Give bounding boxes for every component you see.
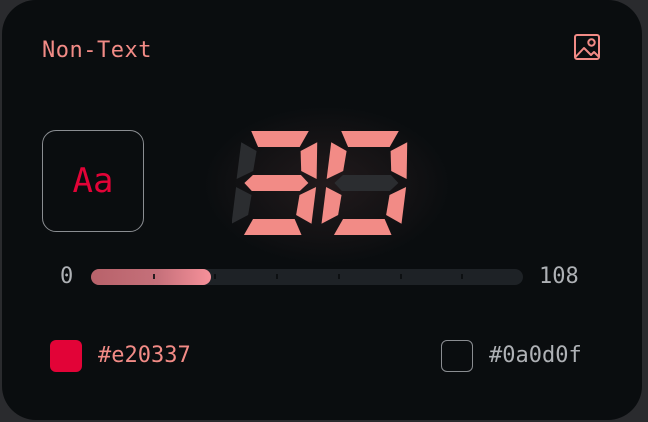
slider-min-label: 0 — [60, 264, 74, 289]
image-mode-button[interactable] — [572, 32, 602, 62]
digit-segment — [390, 142, 408, 179]
slider-tick — [153, 274, 155, 279]
seven-segment-digit — [232, 131, 318, 235]
text-sample-preview: Aa — [42, 130, 144, 232]
digit-segment — [232, 187, 252, 224]
foreground-color-swatch[interactable] — [50, 340, 82, 372]
background-color-swatch[interactable] — [441, 340, 473, 372]
image-icon — [574, 34, 600, 60]
contrast-slider[interactable] — [91, 269, 523, 285]
digit-segment — [251, 131, 309, 147]
slider-tick — [338, 274, 340, 279]
digit-segment — [334, 175, 399, 191]
digit-segment — [341, 131, 399, 147]
digit-segment — [333, 219, 392, 235]
sample-text: Aa — [72, 161, 114, 201]
digit-segment — [386, 187, 407, 224]
slider-max-label: 108 — [539, 264, 579, 289]
slider-tick — [461, 274, 463, 279]
digit-segment — [243, 219, 302, 235]
digit-segment — [326, 142, 347, 179]
slider-tick — [400, 274, 402, 279]
contrast-value-display — [232, 128, 422, 238]
slider-tick — [276, 274, 278, 279]
digit-segment — [300, 142, 318, 179]
digit-segment — [296, 187, 317, 224]
contrast-card: Non-Text Aa 0 108 #e20337 #0a0d0f — [2, 0, 642, 420]
digit-segment — [244, 175, 309, 191]
background-hex-value[interactable]: #0a0d0f — [489, 343, 582, 368]
digit-segment — [321, 187, 342, 224]
slider-fill — [91, 269, 211, 285]
card-title: Non-Text — [42, 38, 152, 63]
foreground-hex-value[interactable]: #e20337 — [98, 343, 191, 368]
digit-segment — [236, 142, 257, 179]
seven-segment-digit — [321, 131, 408, 235]
slider-tick — [214, 274, 216, 279]
